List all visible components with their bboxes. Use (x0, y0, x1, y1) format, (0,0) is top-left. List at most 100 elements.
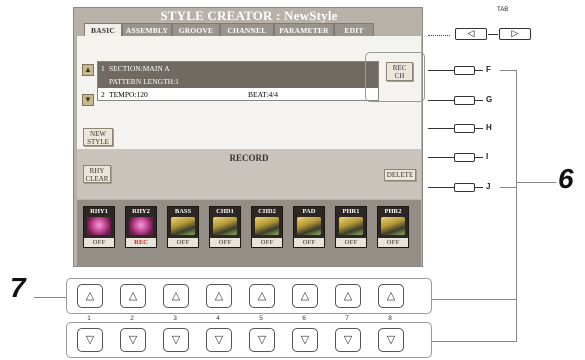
knob-number-5: 5 (259, 315, 263, 322)
button-f[interactable] (454, 66, 475, 75)
knob-number-7: 7 (345, 315, 349, 322)
down-triangle-icon: ▽ (343, 334, 353, 346)
down-button-2[interactable]: ▽ (120, 328, 146, 352)
down-button-7[interactable]: ▽ (335, 328, 361, 352)
down-button-6[interactable]: ▽ (292, 328, 318, 352)
callout6-line-top (500, 70, 516, 71)
down-triangle-icon: ▽ (386, 334, 396, 346)
up-triangle-icon: △ (300, 290, 310, 302)
channel-chd1[interactable]: CHD1 OFF (209, 206, 241, 248)
button-h-label: H (486, 123, 492, 132)
down-button-3[interactable]: ▽ (163, 328, 189, 352)
callout6-line-label (516, 182, 556, 183)
down-triangle-icon: ▽ (128, 334, 138, 346)
down-button-4[interactable]: ▽ (206, 328, 232, 352)
button-g-line (428, 100, 454, 101)
new-style-button[interactable]: NEW STYLE (83, 128, 113, 146)
up-button-7[interactable]: △ (335, 284, 361, 308)
drum-kit-icon (129, 217, 153, 235)
up-button-6[interactable]: △ (292, 284, 318, 308)
knob-number-3: 3 (173, 315, 177, 322)
button-g[interactable] (454, 96, 475, 105)
button-g-label: G (486, 95, 493, 104)
button-j-line (428, 187, 454, 188)
down-triangle-icon: ▽ (171, 334, 181, 346)
down-triangle-icon: ▽ (300, 334, 310, 346)
screen-title: STYLE CREATOR : NewStyle (160, 8, 338, 23)
record-label: RECORD (229, 153, 269, 163)
channel-rhy1[interactable]: RHY1 OFF (83, 206, 115, 248)
lcd-screen: STYLE CREATOR : NewStyle BASIC ASSEMBLY … (73, 7, 423, 267)
up-button-1[interactable]: △ (77, 284, 103, 308)
channel-phr2[interactable]: PHR2 OFF (377, 206, 409, 248)
delete-button[interactable]: DELETE (384, 169, 416, 181)
keyboard-icon (297, 217, 321, 235)
tab-parameter[interactable]: PARAMETER (274, 23, 334, 36)
up-triangle-icon: △ (343, 290, 353, 302)
tab-channel[interactable]: CHANNEL (220, 23, 274, 36)
up-button-3[interactable]: △ (163, 284, 189, 308)
up-triangle-icon: △ (257, 290, 267, 302)
up-triangle-icon: △ (214, 290, 224, 302)
up-button-2[interactable]: △ (120, 284, 146, 308)
knob-number-1: 1 (87, 315, 91, 322)
up-button-8[interactable]: △ (378, 284, 404, 308)
button-j[interactable] (454, 183, 475, 192)
channel-rhy2[interactable]: RHY2 REC (125, 206, 157, 248)
scroll-up-icon[interactable]: ▲ (82, 64, 94, 76)
tab-label: TAB (497, 7, 509, 13)
up-triangle-icon: △ (128, 290, 138, 302)
tab-assembly[interactable]: ASSEMBLY (122, 23, 172, 36)
callout7-line (34, 297, 66, 298)
callout-6: 6 (558, 163, 574, 194)
info-row-section[interactable]: 1 SECTION:MAIN A (98, 62, 378, 75)
info-row-tempo[interactable]: 2 TEMPO:120 BEAT:4/4 (98, 88, 378, 101)
down-triangle-icon: ▽ (214, 334, 224, 346)
button-h-line (428, 128, 454, 129)
tab-left-button[interactable]: ◁ (455, 28, 487, 40)
tab-basic[interactable]: BASIC (84, 23, 122, 36)
keyboard-icon (255, 217, 279, 235)
tab-groove[interactable]: GROOVE (172, 23, 220, 36)
button-f-tail (475, 70, 483, 71)
button-i-line (428, 157, 454, 158)
knob-number-2: 2 (130, 315, 134, 322)
scroll-down-icon[interactable]: ▼ (82, 94, 94, 106)
section-value: SECTION:MAIN A (109, 64, 170, 73)
button-j-tail (475, 187, 483, 188)
channel-chd2[interactable]: CHD2 OFF (251, 206, 283, 248)
rhy-clear-button[interactable]: RHY CLEAR (83, 165, 111, 183)
drum-kit-icon (87, 217, 111, 235)
keyboard-icon (381, 217, 405, 235)
button-f-line (428, 70, 454, 71)
right-arrow-icon: ▷ (511, 28, 519, 38)
tab-edit[interactable]: EDIT (334, 23, 374, 36)
down-button-8[interactable]: ▽ (378, 328, 404, 352)
down-button-5[interactable]: ▽ (249, 328, 275, 352)
rec-ch-highlight (365, 52, 425, 102)
callout6-line-down-row (432, 341, 516, 342)
button-g-tail (475, 100, 483, 101)
button-i[interactable] (454, 153, 475, 162)
tempo-value: TEMPO:120 (109, 90, 148, 99)
down-triangle-icon: ▽ (85, 334, 95, 346)
channel-pad[interactable]: PAD OFF (293, 206, 325, 248)
channel-phr1[interactable]: PHR1 OFF (335, 206, 367, 248)
callout6-line-up-row (432, 299, 516, 300)
button-h-tail (475, 128, 483, 129)
up-button-4[interactable]: △ (206, 284, 232, 308)
callout6-line-mid (500, 187, 516, 188)
button-h[interactable] (454, 124, 475, 133)
tab-right-button[interactable]: ▷ (499, 28, 531, 40)
down-button-1[interactable]: ▽ (77, 328, 103, 352)
channel-bass[interactable]: BASS OFF (167, 206, 199, 248)
up-button-5[interactable]: △ (249, 284, 275, 308)
info-row-pattern-length[interactable]: PATTERN LENGTH:1 (98, 75, 378, 88)
up-triangle-icon: △ (386, 290, 396, 302)
callout6-vertical (516, 70, 517, 342)
record-area: RECORD RHY CLEAR DELETE (77, 149, 421, 199)
button-j-label: J (486, 182, 491, 191)
knob-number-4: 4 (216, 315, 220, 322)
down-triangle-icon: ▽ (257, 334, 267, 346)
style-info-box: 1 SECTION:MAIN A PATTERN LENGTH:1 2 TEMP… (97, 61, 379, 101)
